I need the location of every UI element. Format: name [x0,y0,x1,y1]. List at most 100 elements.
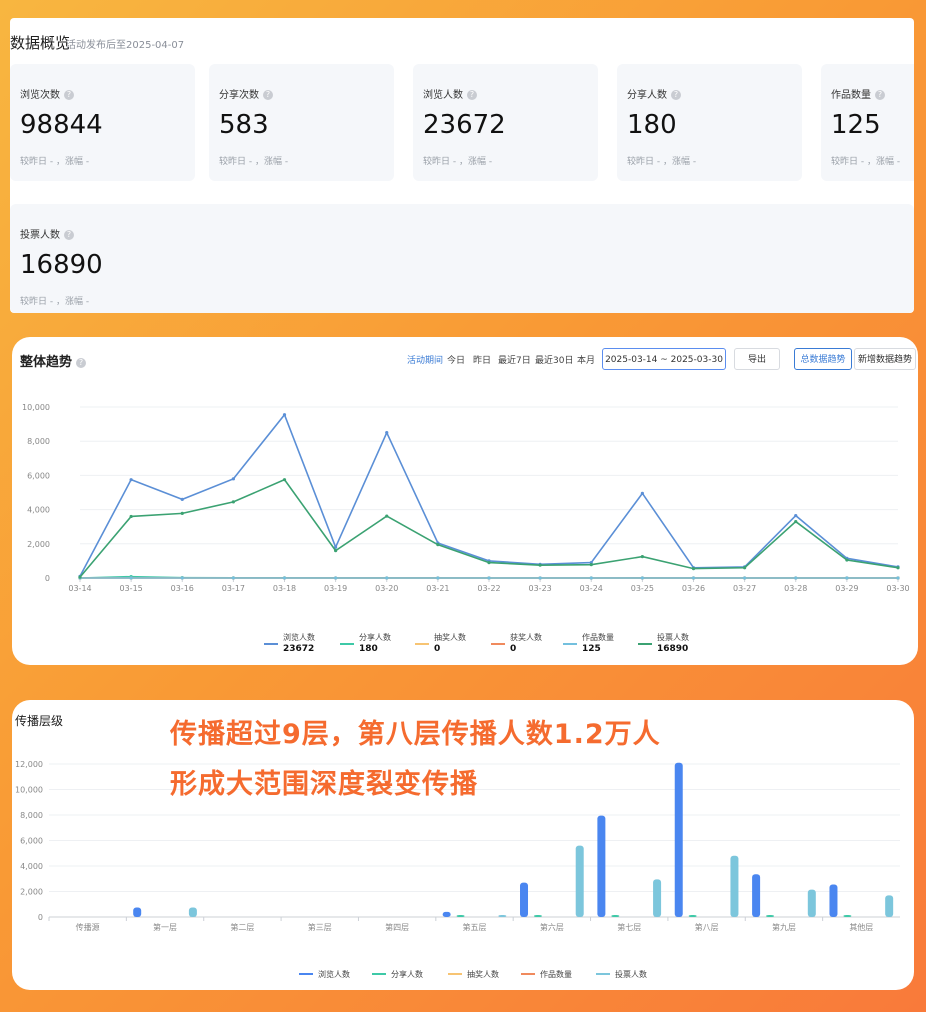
headline-line-1: 传播超过9层，第八层传播人数1.2万人 [170,719,661,750]
x-tick-label: 03-22 [477,584,500,593]
data-point [282,576,287,580]
stat-card-visitors: 浏览人数? 23672 较昨日 - ，涨幅 - [413,64,598,181]
bar [456,915,465,917]
y-tick-label: 4,000 [27,506,50,515]
x-tick-label: 03-18 [273,584,296,593]
bar [611,915,620,917]
bar [807,889,816,917]
data-point [896,576,900,580]
stat-label: 分享人数 [627,90,667,101]
data-point [334,549,338,553]
x-tick-label: 03-29 [835,584,858,593]
help-icon[interactable]: ? [64,90,74,100]
stat-label: 浏览次数 [20,90,60,101]
data-point [129,514,133,519]
legend-label: 抽奖人数 [467,969,499,979]
x-tick-label: 03-16 [171,584,194,593]
legend-total: 23672 [283,644,314,654]
data-point [589,576,593,580]
x-tick-label: 03-30 [886,584,909,593]
stat-card-share-count: 分享次数? 583 较昨日 - ，涨幅 - [209,64,394,181]
x-tick-label: 03-15 [120,584,143,593]
bar [188,907,197,917]
stat-compare: 较昨日 - ，涨幅 - [627,157,697,167]
y-tick-label: 10,000 [22,403,50,412]
help-icon[interactable]: ? [64,230,74,240]
legend-total: 0 [434,644,440,654]
bar [597,815,606,917]
y-tick-label: 6,000 [20,837,43,846]
data-point [436,543,440,547]
data-point [538,563,542,567]
x-tick-label: 03-17 [222,584,245,593]
y-tick-label: 2,000 [27,540,50,549]
legend-label: 分享人数 [391,969,423,979]
legend-label: 作品数量 [540,969,572,979]
data-point [743,566,747,570]
bar [766,915,775,917]
bar [843,915,852,917]
legend-label: 浏览人数 [318,969,350,979]
series-line [79,413,899,577]
data-point [385,514,389,518]
legend-label: 分享人数 [359,632,391,642]
data-point [640,491,644,495]
legend-total: 16890 [657,644,688,654]
stat-value: 23672 [423,110,506,140]
legend-label: 投票人数 [657,632,689,642]
x-tick-label: 03-21 [426,584,449,593]
bar [752,874,761,917]
x-tick-label: 第九层 [772,922,796,932]
bar [688,915,697,917]
bar [498,915,507,917]
stat-label: 分享次数 [219,90,259,101]
spread-level-panel: 传播层级 0 2,000 4,000 6,000 8,000 10,000 12,000 传播… [12,700,914,990]
x-tick-label: 03-20 [375,584,398,593]
data-point [538,576,542,580]
y-tick-label: 8,000 [27,437,50,446]
data-point [436,576,440,580]
bar [730,855,739,917]
data-point [180,497,184,501]
stat-value: 98844 [20,110,103,140]
data-point [640,555,644,559]
x-tick-label: 03-28 [784,584,807,593]
data-point [691,576,696,580]
help-icon[interactable]: ? [467,90,477,100]
legend-label: 投票人数 [615,969,647,979]
stat-compare: 较昨日 - ，涨幅 - [219,157,289,167]
x-tick-label: 第三层 [308,922,332,932]
y-tick-label: 2,000 [20,888,43,897]
data-point [282,478,287,482]
data-point [385,576,389,580]
stat-compare: 较昨日 - ，涨幅 - [831,157,901,167]
y-tick-label: 0 [45,574,50,583]
overview-subtitle: 活动发布后至2025-04-07 [66,40,185,51]
data-point [180,511,184,515]
data-point [78,575,82,579]
data-point [282,413,287,417]
help-icon[interactable]: ? [671,90,681,100]
x-tick-label: 03-19 [324,584,347,593]
bar [575,845,584,917]
bar [533,915,542,917]
legend-total: 125 [582,644,601,654]
data-point [691,566,696,571]
help-icon[interactable]: ? [263,90,273,100]
x-tick-label: 03-24 [580,584,603,593]
x-tick-label: 第八层 [695,922,719,932]
x-tick-label: 03-23 [529,584,552,593]
x-tick-label: 第七层 [617,922,641,932]
data-point [896,566,900,570]
bar [520,882,529,917]
x-tick-label: 传播源 [76,922,100,932]
data-point [385,431,389,435]
data-point [794,576,798,580]
help-icon[interactable]: ? [875,90,885,100]
data-point [845,576,849,580]
x-tick-label: 第五层 [463,922,487,932]
trend-line-chart: 0 2,000 4,000 6,000 8,000 10,000 03-14 03-15 03-… [22,403,910,654]
overall-trend-panel: 整体趋势? 活动期间 今日 昨日 最近7日 最近30日 本月 2025-03-1… [12,337,918,665]
data-point [180,576,184,580]
bar [133,907,142,917]
